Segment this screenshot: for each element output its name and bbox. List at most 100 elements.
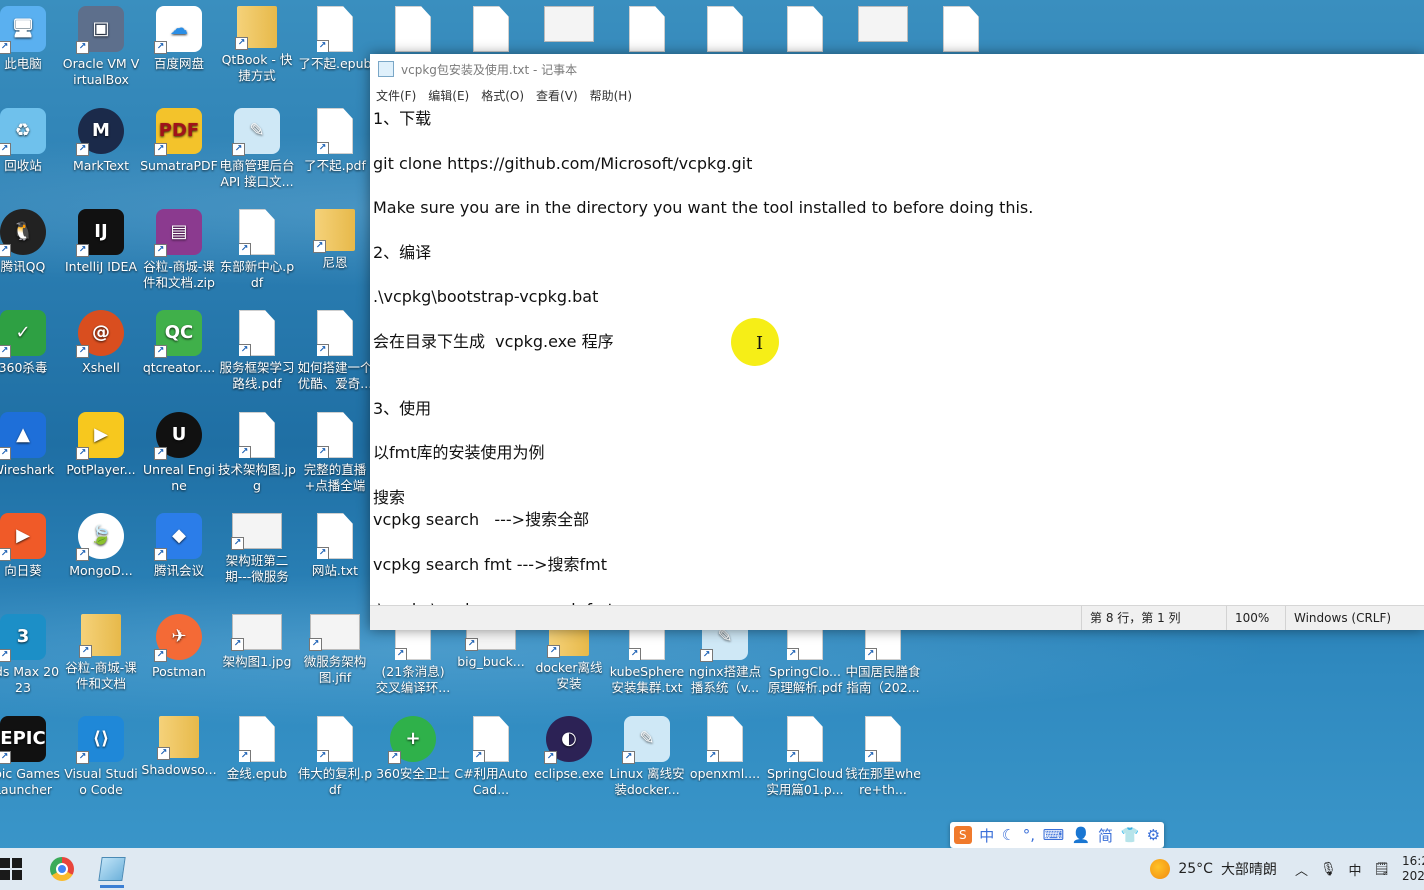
shortcut-arrow-icon: ↗	[154, 41, 167, 54]
desktop-icon[interactable]	[766, 2, 844, 56]
desktop-icon[interactable]: EPIC↗Epic Games Launcher	[0, 712, 62, 798]
desktop-icon[interactable]: ▶ ↗ 向日葵	[0, 509, 62, 579]
desktop-icon[interactable]: QC ↗ qtcreator....	[140, 306, 218, 376]
desktop-icon[interactable]: ↗ 架构图1.jpg	[218, 610, 296, 670]
desktop-icon[interactable]: ↗ 微服务架构图.jfif	[296, 610, 374, 686]
menu-edit[interactable]: 编辑(E)	[428, 87, 469, 104]
desktop-icon[interactable]: ↗ 伟大的复利.pdf	[296, 712, 374, 798]
desktop-icon[interactable]: U ↗ Unreal Engine	[140, 408, 218, 494]
desktop-icon[interactable]	[608, 2, 686, 56]
desktop-icon[interactable]: ☁ ↗ 百度网盘	[140, 2, 218, 72]
windows-start-icon[interactable]	[0, 858, 22, 880]
desktop-icon[interactable]: ↗ 如何搭建一个优酷、爱奇...	[296, 306, 374, 392]
desktop-icon-label: 百度网盘	[153, 56, 204, 71]
desktop-icon[interactable]: PDF ↗ SumatraPDF	[140, 104, 218, 174]
desktop-icon[interactable]: ▣ ↗ Oracle VM VirtualBox	[62, 2, 140, 88]
desktop-icon[interactable]: ▲↗ Wireshark	[0, 408, 62, 478]
menu-format[interactable]: 格式(O)	[481, 87, 524, 104]
desktop-icon[interactable]: ✎ ↗ Linux 离线安装docker...	[608, 712, 686, 798]
shortcut-arrow-icon: ↗	[239, 243, 251, 255]
desktop-icon[interactable]	[686, 2, 764, 56]
microphone-icon[interactable]: 🎙	[1320, 862, 1337, 877]
cursor-position: 第 8 行，第 1 列	[1081, 606, 1226, 630]
taskbar-notepad[interactable]	[92, 849, 132, 889]
desktop-icon[interactable]: ↗ 架构班第二期---微服务架...	[218, 509, 296, 585]
desktop-icon[interactable]: + ↗ 360安全卫士	[374, 712, 452, 782]
desktop-icon[interactable]: ↗ openxml....	[686, 712, 764, 782]
desktop-icon[interactable]: 🍃 ↗ MongoD...	[62, 509, 140, 579]
desktop-icon[interactable]: ↗ 网站.txt	[296, 509, 374, 579]
menu-view[interactable]: 查看(V)	[536, 87, 578, 104]
desktop-icon[interactable]: ✓ ↗ 360杀毒	[0, 306, 62, 376]
desktop-icon[interactable]: ↗ 谷粒-商城-课件和文档	[62, 610, 140, 692]
notepad-window[interactable]: vcpkg包安装及使用.txt - 记事本 文件(F) 编辑(E) 格式(O) …	[370, 54, 1424, 630]
menu-help[interactable]: 帮助(H)	[590, 87, 632, 104]
desktop-icon[interactable]: ↗ 钱在那里where+th...	[844, 712, 922, 798]
shortcut-arrow-icon: ↗	[313, 240, 326, 253]
desktop-icon[interactable]: ↗ 了不起.pdf	[296, 104, 374, 174]
text-line	[373, 130, 1421, 152]
app-icon: ↗	[473, 716, 509, 762]
desktop-icon[interactable]: ↗ 服务框架学习路线.pdf	[218, 306, 296, 392]
desktop-icon[interactable]: ↗ 东部新中心.pdf	[218, 205, 296, 291]
desktop-icon[interactable]: M ↗ MarkText	[62, 104, 140, 174]
desktop-icon[interactable]: ↗ 完整的直播+点播全端解...	[296, 408, 374, 494]
desktop-icon[interactable]: ↗ 金线.epub	[218, 712, 296, 782]
desktop-icon[interactable]: ↗ C#利用AutoCad...	[452, 712, 530, 798]
skin-icon[interactable]: 👕	[1120, 826, 1139, 844]
desktop-icon[interactable]: 🖥 ↗ 此电脑	[0, 2, 62, 72]
desktop-icon[interactable]: ◆ ↗ 腾讯会议	[140, 509, 218, 579]
desktop-icon[interactable]: ↗ 技术架构图.jpg	[218, 408, 296, 494]
desktop-icon[interactable]	[530, 2, 608, 46]
weather-sun-icon[interactable]	[1150, 859, 1171, 879]
desktop-icon[interactable]: ⟨⟩ ↗ Visual Studio Code	[62, 712, 140, 798]
menu-file[interactable]: 文件(F)	[376, 87, 416, 104]
desktop-icon[interactable]	[844, 2, 922, 46]
weather-temperature[interactable]: 25°C	[1178, 861, 1213, 877]
desktop-icon[interactable]: ✎ ↗ 电商管理后台API 接口文...	[218, 104, 296, 190]
ime-mode-chinese[interactable]: 中	[979, 825, 994, 846]
ime-simplified[interactable]: 简	[1098, 825, 1113, 846]
desktop-icon-label: 腾讯会议	[153, 563, 204, 578]
desktop-icon[interactable]	[374, 2, 452, 56]
weather-description[interactable]: 大部晴朗	[1221, 859, 1277, 879]
settings-gear-icon[interactable]: ⚙	[1147, 826, 1160, 844]
desktop-icon-label: 东部新中心.pdf	[219, 259, 295, 290]
desktop-icon[interactable]: ✈ ↗ Postman	[140, 610, 218, 680]
shortcut-arrow-icon: ↗	[239, 750, 251, 762]
desktop-icon[interactable]: ↗ 了不起.epub	[296, 2, 374, 72]
text-editor-area[interactable]: 1、下载 git clone https://github.com/Microso…	[370, 108, 1424, 606]
punctuation-icon[interactable]: °,	[1023, 826, 1035, 844]
sogou-icon[interactable]: S	[953, 826, 972, 844]
desktop-icon[interactable]: 3↗3ds Max 2023	[0, 610, 62, 696]
shortcut-arrow-icon: ↗	[317, 750, 329, 762]
desktop-icon[interactable]: ▶ ↗ PotPlayer...	[62, 408, 140, 478]
desktop-icon[interactable]: ▤ ↗ 谷粒-商城-课件和文档.zip	[140, 205, 218, 291]
notification-icon[interactable]: 🗒	[1373, 862, 1390, 877]
desktop-icon[interactable]	[452, 2, 530, 56]
desktop-icon-label: 360杀毒	[0, 360, 48, 375]
desktop-icon[interactable]: IJ ↗ IntelliJ IDEA	[62, 205, 140, 275]
moon-icon[interactable]: ☾	[1002, 826, 1015, 844]
desktop-icon[interactable]: ◐ ↗ eclipse.exe	[530, 712, 608, 782]
chevron-up-icon[interactable]: ︿	[1295, 860, 1308, 879]
shortcut-arrow-icon: ↗	[76, 751, 89, 764]
desktop-icon[interactable]: ↗ Shadowso...	[140, 712, 218, 778]
user-icon[interactable]: 👤	[1072, 826, 1091, 844]
desktop-icon[interactable]	[922, 2, 1000, 56]
ime-toolbar[interactable]: S 中 ☾ °, ⌨ 👤 简 👕 ⚙	[950, 822, 1164, 848]
keyboard-icon[interactable]: ⌨	[1043, 826, 1065, 844]
desktop-icon[interactable]: ↗ SpringCloud实用篇01.p...	[766, 712, 844, 798]
desktop-icon[interactable]: ♻ ↗ 回收站	[0, 104, 62, 174]
desktop-icon[interactable]: ↗ QtBook - 快捷方式	[218, 2, 296, 84]
desktop-icon[interactable]: 🐧 ↗ 腾讯QQ	[0, 205, 62, 275]
app-icon: ▤ ↗	[154, 209, 202, 257]
ime-indicator[interactable]: 中	[1348, 860, 1361, 879]
desktop-icon[interactable]: @ ↗ Xshell	[62, 306, 140, 376]
desktop-icon[interactable]: ↗ 尼恩	[296, 205, 374, 271]
clock[interactable]: 16:2 202	[1402, 854, 1424, 884]
shortcut-arrow-icon: ↗	[0, 244, 11, 257]
notepad-title-bar[interactable]: vcpkg包安装及使用.txt - 记事本	[370, 54, 1424, 84]
desktop-icon-label: SumatraPDF	[140, 158, 218, 173]
taskbar-chrome[interactable]	[42, 849, 82, 889]
